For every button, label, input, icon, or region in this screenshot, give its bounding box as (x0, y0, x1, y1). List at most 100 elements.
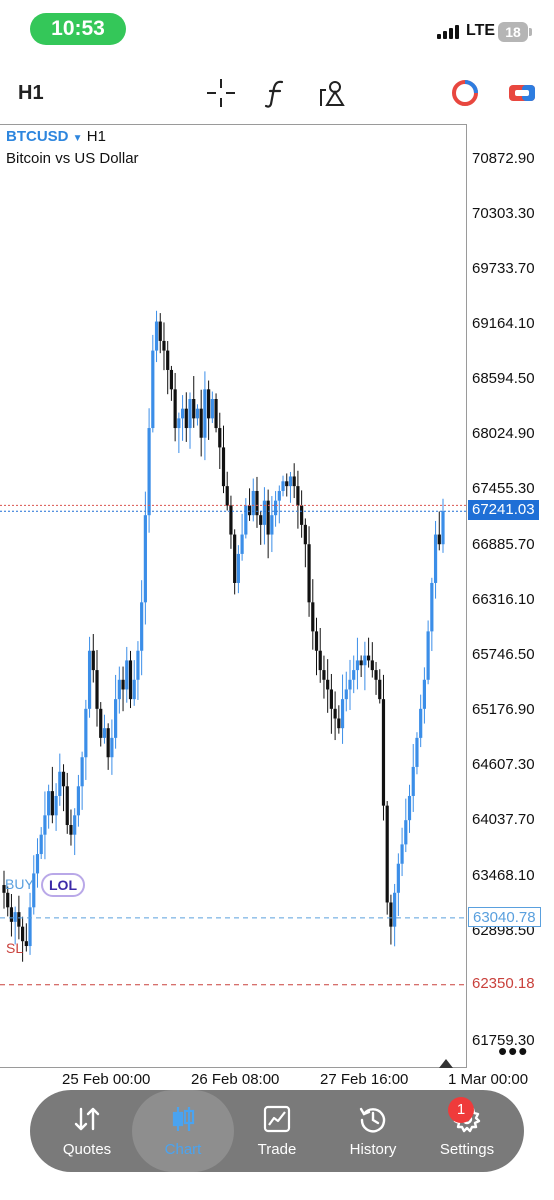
candle-body (311, 602, 315, 632)
y-axis-label: 70872.90 (472, 149, 535, 167)
candle-body (400, 844, 404, 864)
chart-area[interactable] (0, 124, 467, 1068)
stop-loss-label: SL (6, 940, 24, 956)
x-axis-label: 27 Feb 16:00 (320, 1071, 409, 1088)
chart-shift-icon[interactable] (438, 1057, 454, 1069)
candle-body (13, 912, 17, 922)
candle-body (352, 670, 356, 680)
candle-body (426, 631, 430, 680)
candle-body (199, 408, 203, 438)
candle-body (35, 854, 40, 874)
objects-icon[interactable] (316, 76, 350, 110)
network-type: LTE (466, 22, 496, 39)
candle-body (102, 728, 107, 738)
more-icon[interactable]: ••• (498, 1036, 528, 1067)
candle-body (359, 660, 363, 666)
candle-body (396, 863, 400, 893)
y-axis-label: 66316.10 (472, 590, 535, 608)
candle-body (91, 650, 95, 671)
indicators-icon[interactable] (260, 76, 294, 110)
candle-body (273, 500, 278, 516)
candle-body (247, 505, 252, 516)
candle-body (24, 941, 28, 947)
candle-body (147, 428, 151, 516)
candle-body (28, 907, 32, 947)
candle-body (221, 447, 226, 487)
candle-body (173, 389, 177, 429)
x-axis-label: 1 Mar 00:00 (448, 1071, 529, 1088)
candle-body (281, 481, 285, 491)
candle-body (381, 699, 386, 806)
tab-chart[interactable]: Chart (132, 1090, 234, 1172)
candle-body (244, 505, 248, 535)
candle-body (54, 795, 58, 816)
y-axis-label: 67455.30 (472, 480, 535, 498)
buy-price-tag: 63040.78 (468, 906, 541, 927)
candle-body (87, 650, 92, 709)
app-screen: 10:53 LTE 18 H1 BTCUSD ▼ H1 Bitcoin vs U… (0, 0, 554, 1200)
status-bar: 10:53 LTE 18 (0, 0, 554, 62)
candle-body (262, 500, 267, 525)
candle-body (136, 650, 140, 680)
candle-body (180, 408, 185, 419)
candle-body (355, 660, 360, 671)
candle-body (6, 892, 10, 908)
candle-body (99, 708, 103, 738)
chart-icon (172, 1107, 195, 1131)
candle-body (340, 699, 345, 729)
candle-body (348, 679, 352, 690)
tab-label: History (349, 1141, 397, 1158)
candle-body (404, 820, 408, 845)
candle-body (389, 902, 393, 927)
candle-body (370, 660, 374, 671)
candle-body (363, 655, 367, 666)
candle-body (411, 766, 415, 796)
candle-body (240, 534, 244, 554)
candle-body (203, 389, 207, 438)
candle-body (433, 534, 438, 583)
timeframe-button[interactable]: H1 (18, 82, 44, 105)
symbol-timeframe: H1 (86, 128, 106, 145)
candle-body (50, 791, 54, 816)
y-axis-label: 63468.10 (472, 866, 535, 884)
history-icon (359, 1107, 386, 1133)
y-axis-label: 68024.90 (472, 425, 535, 443)
y-axis-label: 69164.10 (472, 315, 535, 333)
y-axis-label: 66885.70 (472, 535, 535, 553)
tab-history[interactable]: History (324, 1090, 422, 1172)
candle-body (307, 544, 311, 603)
current-price-tag: 67241.03 (468, 500, 539, 521)
candle-body (430, 582, 434, 632)
candle-body (366, 655, 371, 661)
candle-body (158, 321, 162, 341)
candle-body (233, 534, 237, 583)
symbol-description: Bitcoin vs US Dollar (6, 150, 139, 167)
tab-quotes[interactable]: Quotes (38, 1090, 136, 1172)
candle-body (292, 476, 296, 487)
tab-trade[interactable]: Trade (228, 1090, 326, 1172)
candle-body (132, 679, 136, 700)
candle-body (76, 786, 81, 816)
candle-body (95, 670, 99, 709)
price-axis[interactable]: 70872.90 70303.30 69733.70 69164.10 68594.50… (468, 124, 554, 1068)
candle-body (84, 708, 88, 758)
candle-body (128, 660, 133, 700)
tab-label: Settings (439, 1141, 495, 1158)
candle-body (214, 399, 218, 429)
candle-body (378, 679, 382, 700)
one-click-trading-icon[interactable] (505, 76, 539, 110)
symbol-dropdown-icon[interactable]: ▼ (73, 133, 83, 144)
candle-body (303, 524, 307, 545)
chart-symbol[interactable]: BTCUSD ▼ H1 (6, 128, 106, 145)
trade-signals-icon[interactable] (448, 76, 482, 110)
candle-body (210, 399, 214, 419)
candle-body (437, 534, 441, 545)
y-axis-label: 68594.50 (472, 370, 535, 388)
candle-body (121, 679, 125, 690)
candle-body (143, 515, 147, 603)
candle-body (296, 486, 300, 506)
candle-body (322, 670, 326, 680)
y-axis-label: 64037.70 (472, 811, 535, 829)
candlestick-chart[interactable] (0, 125, 467, 1068)
crosshair-icon[interactable] (204, 76, 238, 110)
